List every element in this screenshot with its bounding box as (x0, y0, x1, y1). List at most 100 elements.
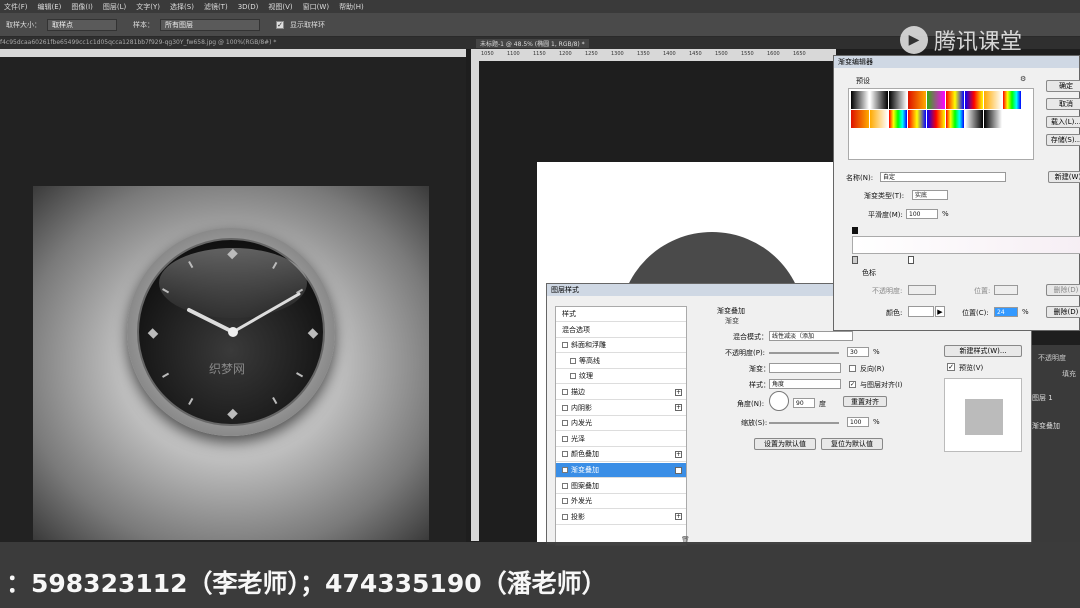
preset-swatches[interactable] (849, 89, 1035, 161)
style-item[interactable]: ✓ 渐变叠加 + (556, 463, 686, 478)
ruler-tick-label: 1150 (533, 51, 546, 57)
scale-slider[interactable] (769, 422, 839, 424)
new-button[interactable]: 新建(W) (1048, 171, 1080, 183)
style-item-checkbox[interactable] (562, 498, 568, 505)
style-item-label: 描边 (571, 388, 585, 396)
stop-location-input[interactable] (994, 285, 1018, 295)
color-swatch[interactable] (908, 306, 934, 317)
show-ring-checkbox[interactable]: ✓ (276, 20, 284, 29)
layer-effect[interactable]: 渐变叠加 (1032, 421, 1060, 431)
ok-button[interactable]: 确定 (1046, 80, 1080, 92)
gradient-swatch[interactable] (769, 363, 841, 373)
style-item[interactable]: 光泽 (556, 432, 686, 447)
style-item-checkbox[interactable] (562, 513, 568, 520)
presets-label: 预设 (856, 77, 870, 85)
reset-default-button[interactable]: 复位为默认值 (821, 438, 883, 450)
color-stop-2[interactable] (908, 256, 914, 264)
blend-mode-select[interactable]: 线性减淡（添加 (769, 331, 853, 341)
style-item-label: 混合选项 (562, 325, 590, 334)
style-item[interactable]: 投影 + (556, 510, 686, 525)
smoothness-input[interactable]: 100 (906, 209, 938, 219)
caption-bar: ：598323112（李老师）；474335190（潘老师） (0, 542, 1080, 608)
align-checkbox[interactable]: ✓ (849, 381, 856, 388)
style-item-checkbox[interactable]: ✓ (562, 467, 568, 473)
menu-item[interactable]: 帮助(H) (339, 2, 364, 12)
opacity-input[interactable]: 30 (847, 347, 869, 357)
style-item-checkbox[interactable] (562, 451, 568, 458)
style-item[interactable]: 图案叠加 (556, 479, 686, 494)
style-item[interactable]: 内发光 (556, 416, 686, 432)
sample-select[interactable]: 所有图层 (160, 18, 260, 31)
ruler-tick-label: 1250 (585, 51, 598, 57)
style-item[interactable]: 描边 + (556, 385, 686, 400)
menu-bar: 文件(F) 编辑(E) 图像(I) 图层(L) 文字(Y) 选择(S) 滤镜(T) 3D(D)… (0, 0, 1080, 13)
style-item-label: 内发光 (571, 419, 592, 428)
menu-item[interactable]: 文字(Y) (136, 2, 160, 12)
layer-name[interactable]: 图层 1 (1032, 393, 1053, 403)
style-item[interactable]: 外发光 (556, 494, 686, 510)
style-item[interactable]: 内阴影 + (556, 401, 686, 416)
cancel-button[interactable]: 取消 (1046, 98, 1080, 110)
menu-item[interactable]: 图层(L) (103, 2, 126, 12)
angle-dial[interactable] (769, 391, 789, 411)
style-item-checkbox[interactable] (562, 342, 568, 349)
presets-gear-icon[interactable]: ⚙ (1020, 75, 1026, 83)
gradient-label: 渐变： (749, 365, 770, 373)
stop-opacity-label: 不透明度: (872, 287, 903, 295)
menu-item[interactable]: 3D(D) (238, 3, 259, 11)
style-item[interactable]: 纹理 (556, 369, 686, 385)
style-item-checkbox[interactable] (570, 373, 576, 380)
style-item[interactable]: 颜色叠加 + (556, 447, 686, 463)
layers-fill-label: 填充 (1062, 370, 1076, 378)
style-item-checkbox[interactable] (562, 389, 568, 395)
load-button[interactable]: 载入(L)... (1046, 116, 1080, 128)
style-item[interactable]: 斜面和浮雕 (556, 338, 686, 354)
menu-item[interactable]: 文件(F) (4, 2, 28, 12)
style-item[interactable]: 样式 (556, 307, 686, 322)
stop-opacity-input[interactable] (908, 285, 936, 295)
section-title: 渐变叠加 (717, 307, 745, 315)
save-button[interactable]: 存储(S)... (1046, 134, 1080, 146)
style-item-checkbox[interactable] (562, 420, 568, 427)
preview-checkbox[interactable]: ✓ (947, 363, 955, 371)
add-effect-icon[interactable]: + (675, 388, 682, 396)
angle-input[interactable]: 90 (793, 398, 815, 408)
delete-color-button[interactable]: 删除(D) (1046, 306, 1080, 318)
color-location-input[interactable]: 24 (994, 307, 1018, 317)
make-default-button[interactable]: 设置为默认值 (754, 438, 816, 450)
add-effect-icon[interactable]: + (675, 404, 682, 412)
sample-size-select[interactable]: 取样点 (47, 18, 117, 31)
style-item-checkbox[interactable] (570, 357, 576, 364)
color-stop-1[interactable] (852, 256, 858, 264)
menu-item[interactable]: 滤镜(T) (204, 2, 228, 12)
menu-item[interactable]: 图像(I) (71, 2, 93, 12)
delete-opacity-button[interactable]: 删除(D) (1046, 284, 1080, 296)
style-select[interactable]: 角度 (769, 379, 841, 389)
name-input[interactable]: 自定 (880, 172, 1006, 182)
add-effect-icon[interactable]: + (675, 466, 682, 474)
new-style-button[interactable]: 新建样式(W)... (944, 345, 1022, 357)
style-item-label: 样式 (562, 310, 576, 318)
color-arrow-icon[interactable]: ▶ (935, 306, 945, 317)
reverse-checkbox[interactable] (849, 365, 856, 372)
add-effect-icon[interactable]: + (675, 450, 682, 458)
opacity-slider[interactable] (769, 352, 839, 354)
scale-input[interactable]: 100 (847, 417, 869, 427)
gradient-type-select[interactable]: 实底 (912, 190, 948, 200)
style-item[interactable]: 等高线 (556, 354, 686, 369)
reset-align-button[interactable]: 重置对齐 (843, 396, 887, 407)
style-item-checkbox[interactable] (562, 482, 568, 489)
tab-left[interactable]: f4c95dcaa60261fbe65499cc1c1d05qcca1281bb… (0, 39, 300, 46)
menu-item[interactable]: 选择(S) (170, 2, 194, 12)
style-item-label: 斜面和浮雕 (571, 341, 606, 350)
style-item-checkbox[interactable] (562, 404, 568, 411)
style-item-checkbox[interactable] (562, 435, 568, 442)
menu-item[interactable]: 视图(V) (268, 2, 292, 12)
menu-item[interactable]: 窗口(W) (303, 2, 329, 12)
gradient-bar[interactable] (852, 236, 1080, 254)
tab-right[interactable]: 未标题-1 @ 48.5% (椭圆 1, RGB/8) * (476, 39, 589, 48)
opacity-stop[interactable] (852, 227, 858, 234)
add-effect-icon[interactable]: + (675, 513, 682, 521)
menu-item[interactable]: 编辑(E) (38, 2, 62, 12)
style-item[interactable]: 混合选项 (556, 323, 686, 338)
